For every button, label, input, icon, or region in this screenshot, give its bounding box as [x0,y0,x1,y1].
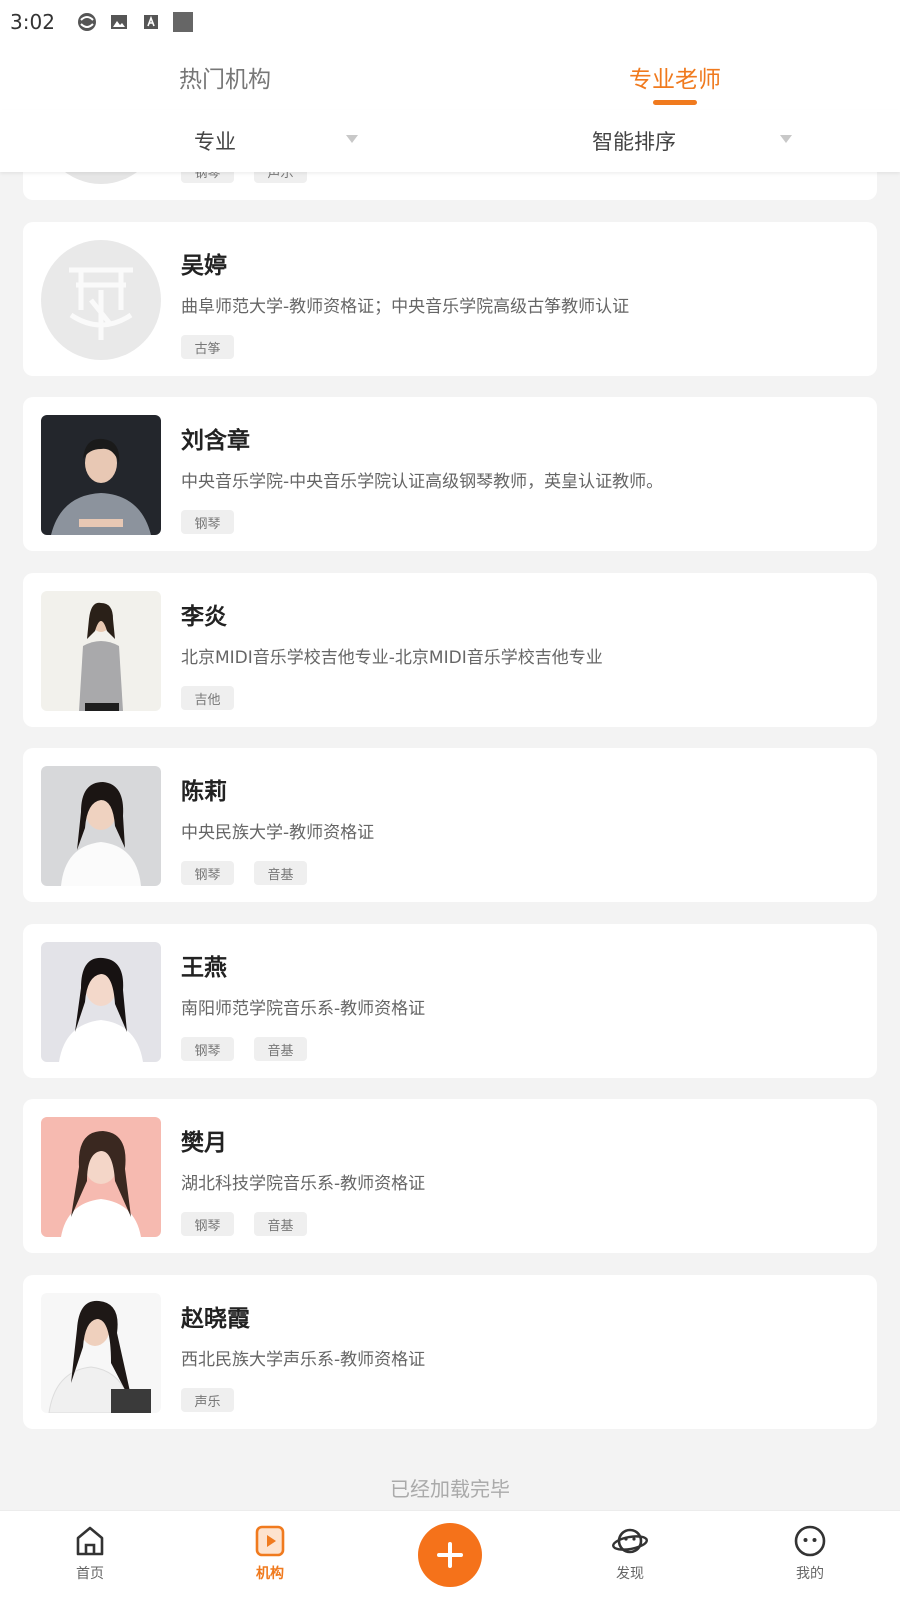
nav-discover-label: 发现 [616,1566,644,1582]
avatar [41,172,161,184]
teacher-description: 中央民族大学-教师资格证 [181,823,375,843]
tag: 钢琴 [181,172,234,183]
filter-major-dropdown[interactable]: 专业 [194,110,236,172]
teacher-name: 刘含章 [181,428,250,454]
avatar [41,766,161,886]
active-tab-indicator [653,100,697,105]
tag: 音基 [254,1037,307,1061]
teacher-description: 北京MIDI音乐学校吉他专业-北京MIDI音乐学校吉他专业 [181,648,603,668]
top-tabs: 热门机构 专业老师 [0,44,900,110]
tag: 钢琴 [181,1212,234,1236]
nav-home-label: 首页 [76,1566,104,1582]
bottom-nav: 首页 机构 发现 我的 [0,1510,900,1600]
planet-icon [612,1528,648,1554]
teacher-card[interactable]: 钢琴 声乐 [23,172,877,200]
filter-bar: 专业 智能排序 [0,110,900,172]
tag: 钢琴 [181,1037,234,1061]
tag-list: 钢琴 [181,510,254,534]
teacher-card[interactable]: 吴婷 曲阜师范大学-教师资格证；中央音乐学院高级古筝教师认证 古筝 [23,222,877,376]
home-icon [76,1526,104,1556]
teacher-description: 西北民族大学声乐系-教师资格证 [181,1350,426,1370]
tag-list: 声乐 [181,1388,254,1412]
teacher-description: 湖北科技学院音乐系-教师资格证 [181,1174,426,1194]
tag: 钢琴 [181,861,234,885]
teacher-description: 南阳师范学院音乐系-教师资格证 [181,999,426,1019]
chevron-down-icon [780,135,792,143]
tag-list: 钢琴 声乐 [181,172,327,183]
institution-icon [255,1525,285,1557]
tag-list: 钢琴 音基 [181,861,327,885]
tag: 音基 [254,861,307,885]
status-bar: 3:02 [0,0,900,44]
teacher-name: 樊月 [181,1130,227,1156]
tag-list: 吉他 [181,686,254,710]
teacher-list[interactable]: 钢琴 声乐 吴婷 曲阜师范大学-教师资格证；中央音乐学院高级古筝教师认证 古筝 [0,172,900,1510]
tab-hot-institutions[interactable]: 热门机构 [125,44,325,110]
teacher-description: 中央音乐学院-中央音乐学院认证高级钢琴教师，英皇认证教师。 [181,472,664,492]
avatar [41,942,161,1062]
tag: 音基 [254,1212,307,1236]
filter-sort-dropdown[interactable]: 智能排序 [592,110,676,172]
avatar [41,240,161,360]
image-icon [109,12,129,32]
nav-mine-label: 我的 [796,1566,824,1582]
nav-mine[interactable]: 我的 [760,1523,860,1593]
teacher-card[interactable]: 刘含章 中央音乐学院-中央音乐学院认证高级钢琴教师，英皇认证教师。 钢琴 [23,397,877,551]
tag: 吉他 [181,686,234,710]
teacher-name: 吴婷 [181,253,227,279]
tag: 声乐 [254,172,307,183]
avatar [41,1293,161,1413]
status-time: 3:02 [10,10,55,34]
teacher-description: 曲阜师范大学-教师资格证；中央音乐学院高级古筝教师认证 [181,297,630,317]
teacher-name: 王燕 [181,955,227,981]
load-complete-text: 已经加载完毕 [390,1477,510,1501]
teacher-card[interactable]: 王燕 南阳师范学院音乐系-教师资格证 钢琴 音基 [23,924,877,1078]
nav-institution[interactable]: 机构 [220,1523,320,1593]
nav-discover[interactable]: 发现 [580,1523,680,1593]
profile-face-icon [794,1525,826,1557]
tag: 声乐 [181,1388,234,1412]
teacher-name: 李炎 [181,604,227,630]
avatar [41,1117,161,1237]
nav-institution-label: 机构 [256,1566,284,1582]
teacher-card[interactable]: 陈莉 中央民族大学-教师资格证 钢琴 音基 [23,748,877,902]
plus-icon [437,1542,463,1568]
font-icon [141,12,161,32]
tag-list: 钢琴 音基 [181,1212,327,1236]
chevron-down-icon [346,135,358,143]
nav-home[interactable]: 首页 [40,1523,140,1593]
avatar [41,415,161,535]
teacher-name: 陈莉 [181,779,227,805]
add-button[interactable] [418,1523,482,1587]
teacher-card[interactable]: 樊月 湖北科技学院音乐系-教师资格证 钢琴 音基 [23,1099,877,1253]
tag: 古筝 [181,335,234,359]
teacher-card[interactable]: 李炎 北京MIDI音乐学校吉他专业-北京MIDI音乐学校吉他专业 吉他 [23,573,877,727]
notification-square-icon [172,12,193,32]
teacher-card[interactable]: 赵晓霞 西北民族大学声乐系-教师资格证 声乐 [23,1275,877,1429]
sync-icon [77,12,97,32]
teacher-name: 赵晓霞 [181,1306,250,1332]
tag: 钢琴 [181,510,234,534]
avatar [41,591,161,711]
tag-list: 古筝 [181,335,254,359]
tag-list: 钢琴 音基 [181,1037,327,1061]
